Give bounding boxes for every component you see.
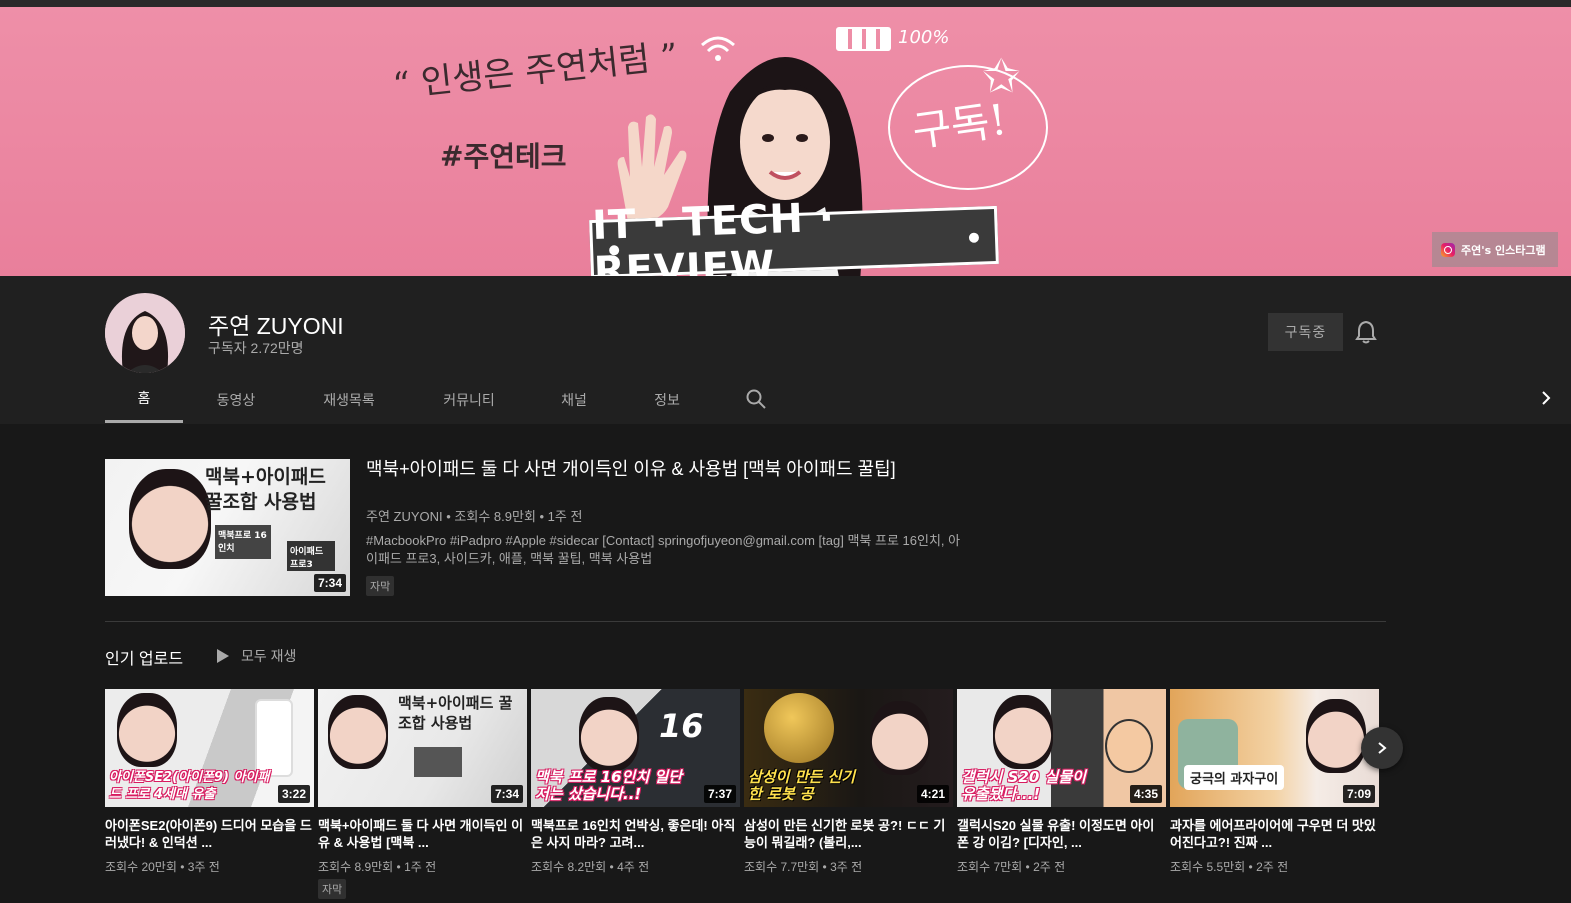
- video-card[interactable]: 16 맥북 프로 16인치 일단 저는 샀습니다..! 7:37 맥북프로 16…: [531, 689, 740, 899]
- video-shelf: 아이폰SE2(아이폰9) 아이패드 프로 4세대 유출 3:22 아이폰SE2(…: [105, 689, 1379, 899]
- video-meta: 조회수 8.2만회 • 4주 전: [531, 860, 650, 874]
- thumbnail-headline: 맥북+아이패드 꿀조합 사용법: [398, 694, 513, 732]
- instagram-link-label: 주연's 인스타그램: [1461, 243, 1546, 257]
- video-title[interactable]: 삼성이 만든 신기한 로봇 공?! ㄷㄷ 기능이 뭐길래? (볼리,...: [744, 817, 953, 851]
- tab-community[interactable]: 커뮤니티: [409, 376, 529, 423]
- video-card[interactable]: 갤럭시 S20 실물이 유출됐다...! 4:35 갤럭시S20 실물 유출! …: [957, 689, 1166, 899]
- thumbnail-overlay-text: 갤럭시 S20 실물이 유출됐다...!: [961, 768, 1086, 803]
- thumbnail-headline-line-2: 꿀조합 사용법: [205, 491, 317, 513]
- thumbnail-label-ipad: 아이패드 프로3: [287, 541, 335, 571]
- video-duration: 4:21: [916, 785, 949, 803]
- video-duration: 3:22: [277, 785, 310, 803]
- video-thumbnail[interactable]: 갤럭시 S20 실물이 유출됐다...! 4:35: [957, 689, 1166, 807]
- video-thumbnail[interactable]: 삼성이 만든 신기한 로봇 공 4:21: [744, 689, 953, 807]
- thumbnail-face: [579, 697, 639, 771]
- featured-description: #MacbookPro #iPadpro #Apple #sidecar [Co…: [366, 533, 961, 566]
- thumbnail-face: [1306, 699, 1366, 773]
- tab-videos[interactable]: 동영상: [183, 376, 289, 423]
- video-meta: 조회수 7만회 • 2주 전: [957, 860, 1066, 874]
- channel-banner: “ 인생은 주연처럼 ” #주연테크 100% 구독! ✩ IT · TECH …: [0, 7, 1571, 276]
- video-meta: 조회수 7.7만회 • 3주 전: [744, 860, 863, 874]
- tab-channels[interactable]: 채널: [529, 376, 619, 423]
- thumbnail-overlay-text: 삼성이 만든 신기한 로봇 공: [748, 768, 856, 803]
- laptop-illustration: [414, 747, 462, 777]
- section-divider: [105, 621, 1386, 622]
- thumbnail-label-macbook: 맥북프로 16인치: [215, 525, 271, 559]
- video-title[interactable]: 과자를 에어프라이어에 구우면 더 맛있어진다고?! 진짜 ...: [1170, 817, 1379, 851]
- chevron-right-icon[interactable]: [1536, 388, 1556, 408]
- caption-badge: 자막: [366, 576, 395, 596]
- play-all-button[interactable]: 모두 재생: [217, 646, 296, 666]
- video-thumbnail[interactable]: 16 맥북 프로 16인치 일단 저는 샀습니다..! 7:37: [531, 689, 740, 807]
- thumbnail-face: [870, 701, 930, 775]
- channel-tabs: 홈 동영상 재생목록 커뮤니티 채널 정보: [105, 376, 766, 424]
- banner-hashtag: #주연테크: [440, 140, 567, 173]
- instagram-icon: [1441, 242, 1455, 257]
- play-icon: [217, 649, 229, 663]
- banner-sign: IT · TECH · REVIEW: [589, 195, 999, 276]
- battery-text: 100%: [898, 27, 950, 48]
- thumbnail-headline-line-1: 맥북+아이패드: [205, 466, 326, 488]
- banner-quote: “ 인생은 주연처럼 ”: [391, 36, 680, 106]
- star-icon: ✩: [982, 49, 1021, 103]
- thumbnail-overlay-text: 맥북 프로 16인치 일단 저는 샀습니다..!: [535, 768, 682, 803]
- featured-title[interactable]: 맥북+아이패드 둘 다 사면 개이득인 이유 & 사용법 [맥북 아이패드 꿀팁…: [366, 457, 911, 482]
- video-card[interactable]: 궁극의 과자구이 7:09 과자를 에어프라이어에 구우면 더 맛있어진다고?!…: [1170, 689, 1379, 899]
- video-duration: 7:34: [490, 785, 523, 803]
- thumbnail-caption: 궁극의 과자구이: [1184, 765, 1285, 790]
- video-title[interactable]: 맥북+아이패드 둘 다 사면 개이득인 이유 & 사용법 [맥북 ...: [318, 817, 527, 851]
- tab-home[interactable]: 홈: [105, 376, 183, 423]
- video-title[interactable]: 아이폰SE2(아이폰9) 드디어 모습을 드러냈다! & 인덕션 ...: [105, 817, 314, 851]
- thumbnail-overlay-text: 아이폰SE2(아이폰9) 아이패드 프로 4세대 유출: [109, 770, 270, 802]
- video-meta: 조회수 5.5만회 • 2주 전: [1170, 860, 1289, 874]
- featured-video[interactable]: 맥북+아이패드 꿀조합 사용법 맥북프로 16인치 아이패드 프로3 7:34: [105, 459, 350, 596]
- video-duration: 4:35: [1129, 785, 1162, 803]
- thumbnail-face: [129, 469, 211, 569]
- video-duration: 7:34: [313, 574, 346, 592]
- shelf-title[interactable]: 인기 업로드: [105, 645, 183, 669]
- banner-sign-text: IT · TECH · REVIEW: [591, 194, 836, 276]
- video-thumbnail[interactable]: 맥북+아이패드 꿀조합 사용법 7:34: [318, 689, 527, 807]
- video-meta: 조회수 8.9만회 • 1주 전: [318, 860, 437, 874]
- play-all-label: 모두 재생: [241, 648, 297, 664]
- video-duration: 7:37: [703, 785, 736, 803]
- chevron-right-icon: [1378, 742, 1387, 754]
- featured-thumbnail[interactable]: 맥북+아이패드 꿀조합 사용법 맥북프로 16인치 아이패드 프로3 7:34: [105, 459, 350, 596]
- thumbnail-face: [993, 695, 1053, 769]
- instagram-link[interactable]: 주연's 인스타그램: [1432, 232, 1558, 267]
- subscribed-button[interactable]: 구독중: [1268, 313, 1343, 351]
- video-title[interactable]: 맥북프로 16인치 언박싱, 좋은데! 아직은 사지 마라? 고려...: [531, 817, 740, 851]
- featured-meta: 주연 ZUYONI • 조회수 8.9만회 • 1주 전: [366, 509, 583, 524]
- video-card[interactable]: 맥북+아이패드 꿀조합 사용법 7:34 맥북+아이패드 둘 다 사면 개이득인…: [318, 689, 527, 899]
- tab-playlists[interactable]: 재생목록: [289, 376, 409, 423]
- top-bar: [0, 0, 1571, 7]
- video-thumbnail[interactable]: 궁극의 과자구이 7:09: [1170, 689, 1379, 807]
- bell-icon[interactable]: [1355, 320, 1377, 344]
- robot-ball-illustration: [764, 693, 834, 763]
- subscriber-count: 구독자 2.72만명: [208, 340, 304, 356]
- channel-avatar[interactable]: [105, 293, 185, 373]
- thumbnail-face: [117, 693, 177, 767]
- thumbnail-number: 16: [659, 707, 704, 745]
- cartoon-character: [1105, 719, 1153, 773]
- video-meta: 조회수 20만회 • 3주 전: [105, 860, 220, 874]
- video-title[interactable]: 갤럭시S20 실물 유출! 이정도면 아이폰 강 이김? [디자인, ...: [957, 817, 1166, 851]
- video-card[interactable]: 아이폰SE2(아이폰9) 아이패드 프로 4세대 유출 3:22 아이폰SE2(…: [105, 689, 314, 899]
- channel-header: 주연 ZUYONI 구독자 2.72만명 구독중 홈 동영상 재생목록 커뮤니티…: [0, 276, 1571, 424]
- phone-illustration: [255, 699, 293, 777]
- thumbnail-headline: 맥북+아이패드 꿀조합 사용법: [205, 465, 326, 515]
- shelf-next-button[interactable]: [1361, 727, 1403, 769]
- channel-name: 주연 ZUYONI: [208, 313, 344, 339]
- video-card[interactable]: 삼성이 만든 신기한 로봇 공 4:21 삼성이 만든 신기한 로봇 공?! ㄷ…: [744, 689, 953, 899]
- thumbnail-face: [328, 695, 388, 769]
- caption-badge: 자막: [318, 879, 347, 899]
- tab-about[interactable]: 정보: [619, 376, 715, 423]
- search-icon[interactable]: [745, 388, 767, 410]
- video-thumbnail[interactable]: 아이폰SE2(아이폰9) 아이패드 프로 4세대 유출 3:22: [105, 689, 314, 807]
- avatar-portrait: [105, 293, 185, 373]
- video-duration: 7:09: [1342, 785, 1375, 803]
